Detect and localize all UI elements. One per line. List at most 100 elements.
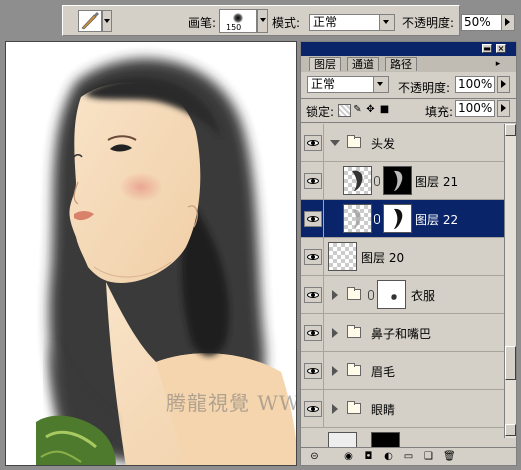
link-column <box>323 124 324 162</box>
collapse-arrow-icon[interactable] <box>332 366 338 376</box>
layer-row-layer-20[interactable]: 图层 20 <box>301 238 504 276</box>
layer-thumbnail[interactable] <box>343 204 372 233</box>
brush-preset-picker[interactable]: 150 <box>219 9 257 33</box>
eye-icon[interactable] <box>304 325 322 341</box>
layer-name: 衣服 <box>411 289 436 303</box>
new-layer-icon[interactable]: ❑ <box>423 451 434 462</box>
chevron-down-icon <box>373 77 388 92</box>
expand-arrow-icon[interactable] <box>330 140 340 146</box>
eye-icon[interactable] <box>304 401 322 417</box>
fill-slider-button[interactable] <box>497 100 510 117</box>
layers-panel: ▬ × 图层 通道 路径 ▸ 正常 不透明度: 100% 锁定: ✎ ✥ ■ 填… <box>300 41 517 466</box>
chevron-down-icon <box>379 15 394 30</box>
collapse-arrow-icon[interactable] <box>332 328 338 338</box>
blend-mode-select[interactable]: 正常 <box>307 76 389 93</box>
link-column <box>323 162 324 200</box>
tab-paths[interactable]: 路径 <box>385 57 417 71</box>
layer-name: 眼睛 <box>371 403 396 417</box>
brush-label: 画笔: <box>188 16 217 30</box>
lock-label: 锁定: <box>306 105 335 119</box>
layer-mask-thumbnail[interactable] <box>383 204 412 233</box>
watermark: 腾龍視覺 WWW.TLVI.NET <box>166 391 296 415</box>
layer-style-icon[interactable]: ◉ <box>343 451 354 462</box>
lock-pixels-icon[interactable]: ✎ <box>352 104 363 115</box>
layer-row-clothes-group[interactable]: 衣服 <box>301 276 504 314</box>
scroll-up-button[interactable] <box>505 124 516 136</box>
divider <box>301 122 516 123</box>
link-column <box>323 352 324 390</box>
panel-opacity-input[interactable]: 100% <box>455 76 495 93</box>
opacity-slider-button[interactable] <box>501 14 515 31</box>
layer-mask-thumbnail[interactable] <box>383 166 412 195</box>
layers-scrollbar[interactable] <box>504 124 516 438</box>
chain-link-icon[interactable] <box>368 290 374 300</box>
collapse-arrow-icon[interactable] <box>332 404 338 414</box>
lock-transparency-icon[interactable] <box>338 104 351 117</box>
link-column <box>323 200 324 238</box>
minimize-icon[interactable]: ▬ <box>482 44 492 53</box>
close-icon[interactable]: × <box>496 44 506 53</box>
mode-label: 模式: <box>272 16 301 30</box>
link-column <box>323 390 324 428</box>
layer-name: 图层 21 <box>415 175 459 189</box>
add-mask-icon[interactable]: ◘ <box>363 451 374 462</box>
brush-tip-icon <box>233 13 243 23</box>
eye-icon[interactable] <box>304 135 322 151</box>
eye-icon[interactable] <box>304 211 322 227</box>
layer-row-nose-mouth-group[interactable]: 鼻子和嘴巴 <box>301 314 504 352</box>
panel-menu-icon[interactable]: ▸ <box>491 59 505 69</box>
scroll-thumb[interactable] <box>505 346 516 380</box>
new-group-icon[interactable]: ▭ <box>403 451 414 462</box>
layer-row-layer-22[interactable]: 图层 22 <box>301 200 504 238</box>
delete-layer-icon[interactable]: 🗑 <box>443 451 456 462</box>
link-column <box>323 276 324 314</box>
layer-name: 图层 20 <box>361 251 405 265</box>
link-layers-icon[interactable]: ⊝ <box>309 451 320 462</box>
collapse-arrow-icon[interactable] <box>332 290 338 300</box>
blend-mode-value: 正常 <box>311 77 336 91</box>
layers-list: 头发 图层 21 图层 22 图层 20 衣服 鼻子和嘴巴 眉毛 眼睛 <box>301 124 504 461</box>
scroll-down-button[interactable] <box>505 424 516 436</box>
tool-preset-picker[interactable] <box>78 10 112 32</box>
layer-thumbnail[interactable] <box>343 166 372 195</box>
eye-icon[interactable] <box>304 363 322 379</box>
panel-opacity-slider-button[interactable] <box>497 76 510 93</box>
fill-label: 填充: <box>425 105 454 119</box>
eye-icon[interactable] <box>304 287 322 303</box>
layer-name: 头发 <box>371 137 396 151</box>
layer-name: 鼻子和嘴巴 <box>371 327 432 341</box>
adjustment-layer-icon[interactable]: ◐ <box>383 451 394 462</box>
eye-icon[interactable] <box>304 249 322 265</box>
panel-titlebar[interactable]: ▬ × <box>301 42 516 56</box>
options-bar: 画笔: 150 模式: 正常 不透明度: 50% <box>62 5 515 36</box>
lock-all-icon[interactable]: ■ <box>379 104 390 115</box>
layer-row-eyes-group[interactable]: 眼睛 <box>301 390 504 428</box>
layer-row-layer-21[interactable]: 图层 21 <box>301 162 504 200</box>
tab-layers[interactable]: 图层 <box>309 57 341 71</box>
brush-dropdown-button[interactable] <box>257 9 268 33</box>
brush-size: 150 <box>226 23 242 32</box>
layer-mask-thumbnail[interactable] <box>377 280 406 309</box>
chain-link-icon[interactable] <box>374 176 380 186</box>
layer-name: 图层 22 <box>415 213 459 227</box>
tool-preset-dropdown[interactable] <box>102 10 112 32</box>
brush-icon <box>78 10 102 32</box>
document-canvas[interactable]: 腾龍視覺 WWW.TLVI.NET <box>5 41 297 466</box>
tab-channels[interactable]: 通道 <box>347 57 379 71</box>
opacity-input[interactable]: 50% <box>461 14 503 31</box>
link-column <box>323 238 324 276</box>
link-column <box>323 314 324 352</box>
eye-icon[interactable] <box>304 173 322 189</box>
folder-icon <box>347 363 361 376</box>
layer-thumbnail[interactable] <box>328 242 357 271</box>
lock-position-icon[interactable]: ✥ <box>365 104 376 115</box>
panel-tabs: 图层 通道 路径 ▸ <box>301 56 516 72</box>
layer-row-eyebrows-group[interactable]: 眉毛 <box>301 352 504 390</box>
fill-input[interactable]: 100% <box>455 100 495 117</box>
mode-select[interactable]: 正常 <box>309 14 395 31</box>
panel-bottom-bar: ⊝ ◉ ◘ ◐ ▭ ❑ 🗑 <box>301 447 516 465</box>
opacity-label: 不透明度: <box>402 16 455 30</box>
chain-link-icon[interactable] <box>374 214 380 224</box>
layer-row-hair-group[interactable]: 头发 <box>301 124 504 162</box>
folder-icon <box>347 135 361 148</box>
